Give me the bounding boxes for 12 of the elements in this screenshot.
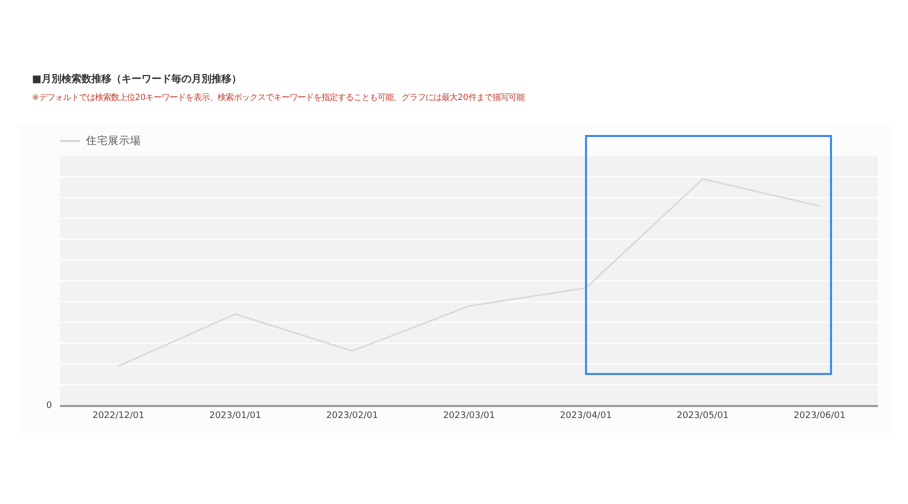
x-axis-label: 2023/03/01 xyxy=(442,411,496,421)
x-axis-label: 2022/12/01 xyxy=(91,411,146,421)
x-axis-label: 2023/05/01 xyxy=(676,411,730,421)
y-axis-label: 0 xyxy=(46,402,52,411)
x-axis-label: 2023/06/01 xyxy=(792,411,847,421)
note-text: ※デフォルトでは検索数上位20キーワードを表示、検索ボックスでキーワードを指定することも可能、グラフには最大20件まで描写可能 xyxy=(32,92,526,103)
section-heading: ■月別検索数推移（キーワード毎の月別推移） xyxy=(32,72,242,86)
x-axis-label: 2023/04/01 xyxy=(558,411,613,421)
x-axis-label: 2023/02/01 xyxy=(325,411,380,421)
x-axis-label: 2023/01/01 xyxy=(208,411,262,421)
legend-line-icon xyxy=(60,140,80,142)
legend-label: 住宅展示場 xyxy=(86,134,141,148)
